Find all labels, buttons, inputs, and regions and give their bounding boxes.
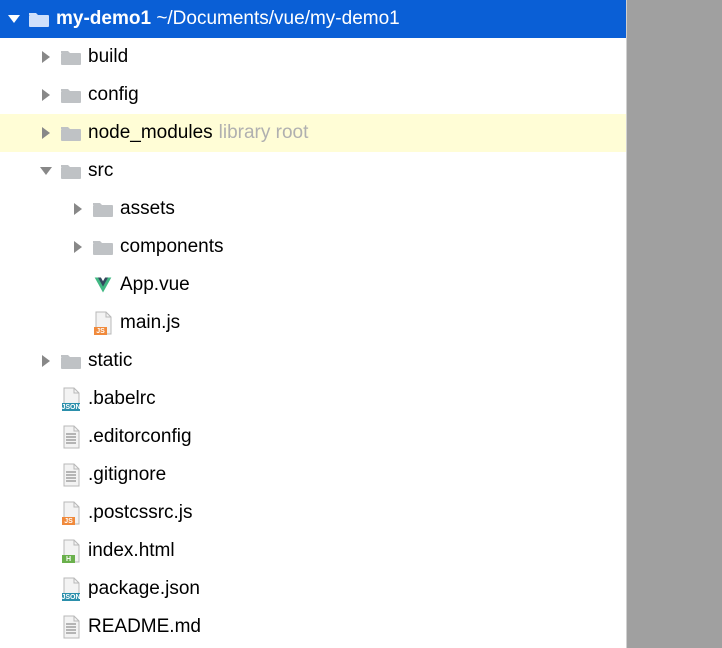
js-file-icon: JS [60, 502, 82, 524]
folder-icon [60, 350, 82, 372]
tree-folder-row[interactable]: assets [0, 190, 626, 228]
tree-item-label: App.vue [120, 274, 190, 296]
js-file-icon: JS [92, 312, 114, 334]
tree-file-row[interactable]: H index.html [0, 532, 626, 570]
tree-folder-row[interactable]: build [0, 38, 626, 76]
json-file-icon: JSON [60, 388, 82, 410]
tree-folder-row[interactable]: my-demo1 ~/Documents/vue/my-demo1 [0, 0, 626, 38]
chevron-down-icon[interactable] [4, 9, 24, 29]
tree-file-row[interactable]: README.md [0, 608, 626, 646]
svg-text:JSON: JSON [61, 594, 80, 601]
tree-item-label: .postcssrc.js [88, 502, 193, 524]
text-file-icon [60, 426, 82, 448]
tree-file-row[interactable]: JS main.js [0, 304, 626, 342]
folder-icon [92, 198, 114, 220]
svg-text:JS: JS [96, 328, 105, 335]
tree-folder-row[interactable]: static [0, 342, 626, 380]
tree-file-row[interactable]: .gitignore [0, 456, 626, 494]
svg-text:JS: JS [64, 518, 73, 525]
tree-folder-row[interactable]: config [0, 76, 626, 114]
tree-item-label: README.md [88, 616, 201, 638]
chevron-right-icon[interactable] [36, 85, 56, 105]
chevron-down-icon[interactable] [36, 161, 56, 181]
html-file-icon: H [60, 540, 82, 562]
tree-folder-row[interactable]: src [0, 152, 626, 190]
tree-item-label: config [88, 84, 139, 106]
folder-icon [60, 160, 82, 182]
tree-item-label: node_modules [88, 122, 213, 144]
folder-icon [92, 236, 114, 258]
chevron-right-icon[interactable] [36, 351, 56, 371]
json-file-icon: JSON [60, 578, 82, 600]
tree-item-label: index.html [88, 540, 175, 562]
folder-icon [60, 84, 82, 106]
svg-text:H: H [66, 556, 71, 563]
tree-item-label: src [88, 160, 113, 182]
folder-icon [60, 122, 82, 144]
folder-icon [28, 8, 50, 30]
svg-text:JSON: JSON [61, 404, 80, 411]
tree-file-row[interactable]: .editorconfig [0, 418, 626, 456]
chevron-right-icon[interactable] [68, 237, 88, 257]
chevron-right-icon[interactable] [36, 123, 56, 143]
tree-file-row[interactable]: JSON package.json [0, 570, 626, 608]
tree-file-row[interactable]: App.vue [0, 266, 626, 304]
chevron-right-icon[interactable] [68, 199, 88, 219]
tree-item-label: .gitignore [88, 464, 166, 486]
tree-item-label: .babelrc [88, 388, 156, 410]
tree-item-label: main.js [120, 312, 180, 334]
tree-item-label: assets [120, 198, 175, 220]
tree-file-row[interactable]: JSON .babelrc [0, 380, 626, 418]
tree-item-label: package.json [88, 578, 200, 600]
tree-item-label: static [88, 350, 132, 372]
vue-file-icon [92, 274, 114, 296]
text-file-icon [60, 464, 82, 486]
editor-gutter [627, 0, 722, 648]
tree-item-label: components [120, 236, 224, 258]
tree-item-hint: library root [219, 122, 309, 144]
chevron-right-icon[interactable] [36, 47, 56, 67]
tree-item-label: my-demo1 ~/Documents/vue/my-demo1 [56, 8, 400, 30]
tree-file-row[interactable]: JS .postcssrc.js [0, 494, 626, 532]
tree-item-label: build [88, 46, 128, 68]
tree-folder-row[interactable]: node_modules library root [0, 114, 626, 152]
tree-item-label: .editorconfig [88, 426, 192, 448]
project-tree-panel[interactable]: my-demo1 ~/Documents/vue/my-demo1 build … [0, 0, 627, 648]
tree-folder-row[interactable]: components [0, 228, 626, 266]
folder-icon [60, 46, 82, 68]
text-file-icon [60, 616, 82, 638]
